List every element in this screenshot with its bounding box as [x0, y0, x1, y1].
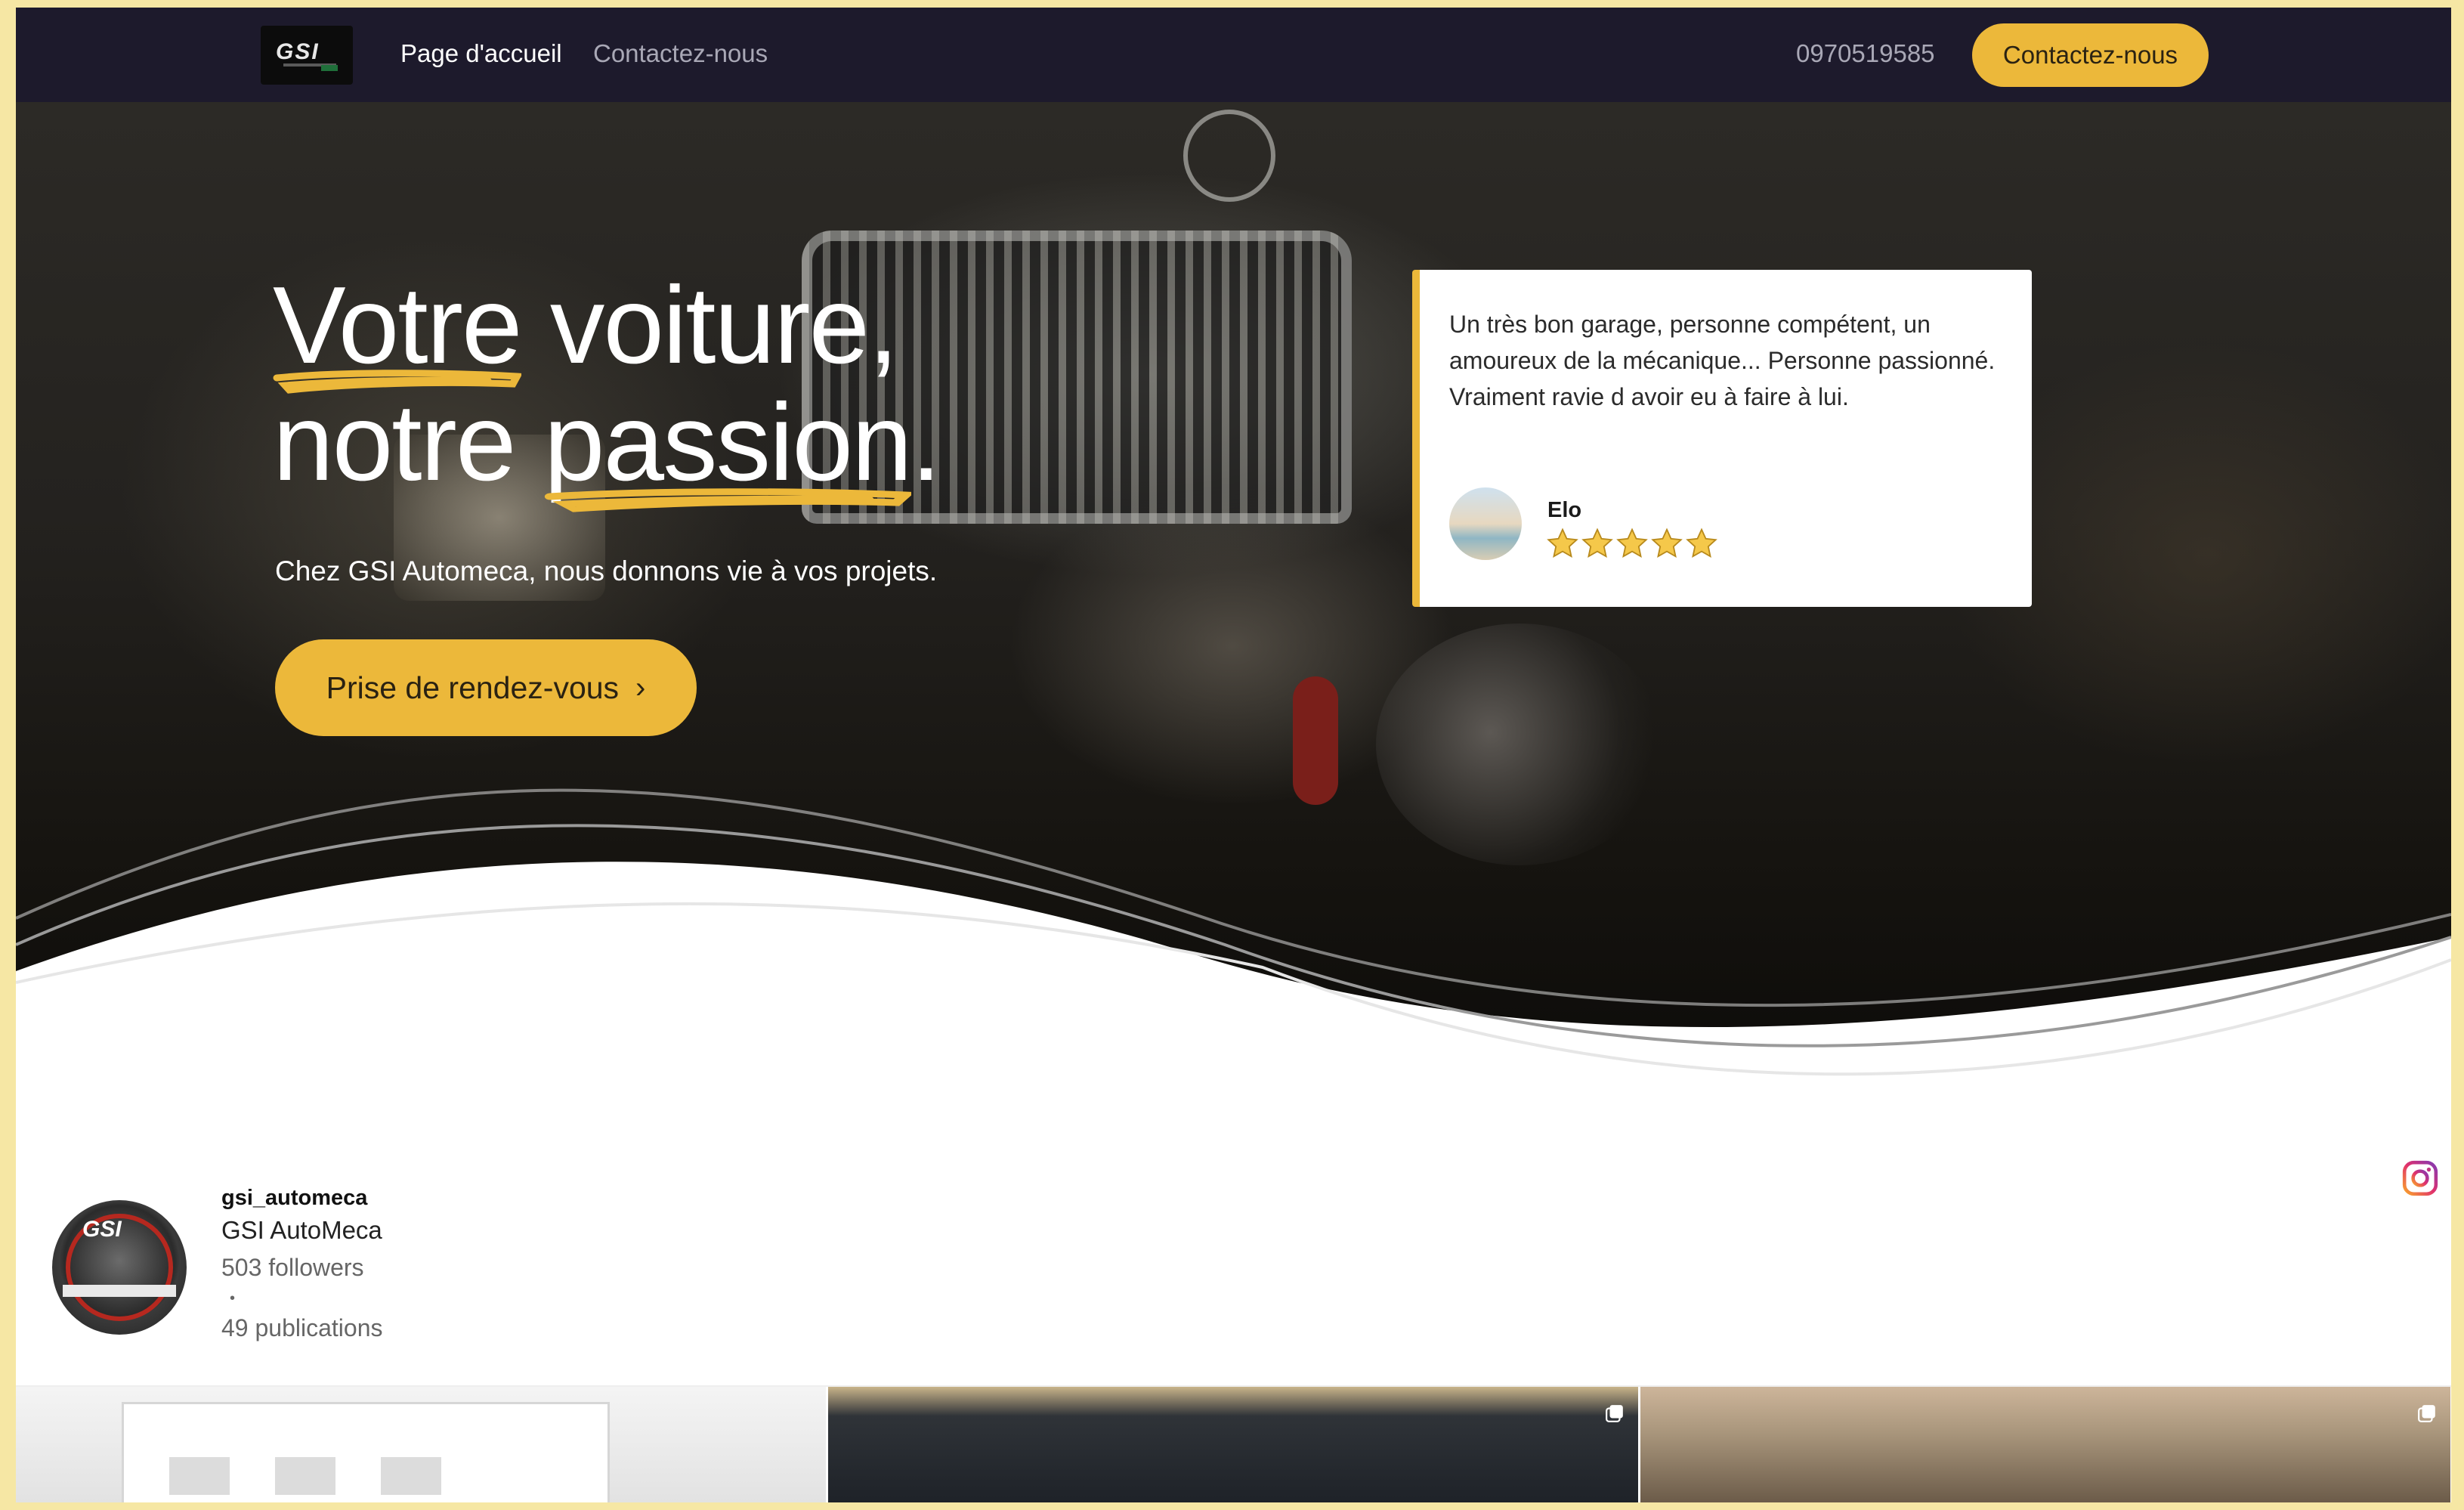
reviewer-name: Elo [1547, 498, 1582, 522]
instagram-username[interactable]: gsi_automeca [221, 1186, 367, 1211]
nav-contact-button[interactable]: Contactez-nous [1972, 23, 2209, 87]
headline-highlight-votre: Votre [273, 267, 523, 394]
star-icon [1686, 528, 1717, 559]
instagram-followers: 503 followers [221, 1254, 364, 1281]
page: GSI Page d'accueil Contactez-nous 097051… [16, 8, 2451, 1502]
top-nav: GSI Page d'accueil Contactez-nous 097051… [16, 8, 2451, 102]
rating-stars [1546, 527, 1718, 560]
nav-link-home[interactable]: Page d'accueil [400, 39, 562, 68]
hero-headline: Votre voiture, notre passion . [273, 264, 941, 512]
instagram-profile-picture[interactable]: GSI [52, 1200, 187, 1335]
logo-accent [321, 65, 338, 71]
instagram-post[interactable] [16, 1387, 826, 1502]
wave-divider [16, 788, 2451, 1141]
multiple-images-icon [2418, 1405, 2435, 1422]
door-window [381, 1457, 441, 1495]
separator-dot: • [230, 1290, 236, 1307]
instagram-display-name: GSI AutoMeca [221, 1216, 382, 1244]
headline-word-notre: notre [273, 381, 544, 503]
hero-subtitle: Chez GSI Automeca, nous donnons vie à vo… [275, 555, 938, 586]
headline-highlight-passion: passion [544, 384, 913, 512]
door-window [275, 1457, 335, 1495]
instagram-post[interactable] [828, 1387, 1638, 1502]
star-icon [1651, 528, 1683, 559]
headline-period: . [910, 381, 941, 503]
door-window [169, 1457, 230, 1495]
multiple-images-icon [1606, 1405, 1623, 1422]
car-emblem-image [1183, 110, 1275, 202]
nav-phone[interactable]: 0970519585 [1796, 39, 1935, 68]
review-text: Un très bon garage, personne compétent, … [1449, 311, 1996, 410]
headline-word-voiture: voiture, [521, 264, 899, 386]
logo-text: GSI [276, 39, 320, 64]
instagram-feed: GSI gsi_automeca GSI AutoMeca 503 follow… [16, 1146, 2451, 1502]
headline-line-2: notre passion . [273, 381, 941, 512]
underline-swash [544, 488, 911, 512]
review-card: Un très bon garage, personne compétent, … [1412, 270, 2032, 607]
headline-line-1: Votre voiture, [273, 264, 940, 394]
instagram-icon[interactable] [2401, 1159, 2439, 1197]
garage-door-image [122, 1402, 610, 1502]
underline-swash [273, 370, 521, 394]
logo[interactable]: GSI [261, 26, 353, 85]
nav-link-contact[interactable]: Contactez-nous [593, 39, 768, 68]
star-icon [1581, 528, 1613, 559]
instagram-posts-count: 49 publications [221, 1314, 383, 1341]
reviewer-avatar [1449, 487, 1522, 560]
star-icon [1616, 528, 1648, 559]
star-icon [1547, 528, 1578, 559]
instagram-post[interactable] [1640, 1387, 2450, 1502]
profile-badge-band [63, 1285, 176, 1297]
profile-badge-text: GSI [82, 1217, 122, 1242]
